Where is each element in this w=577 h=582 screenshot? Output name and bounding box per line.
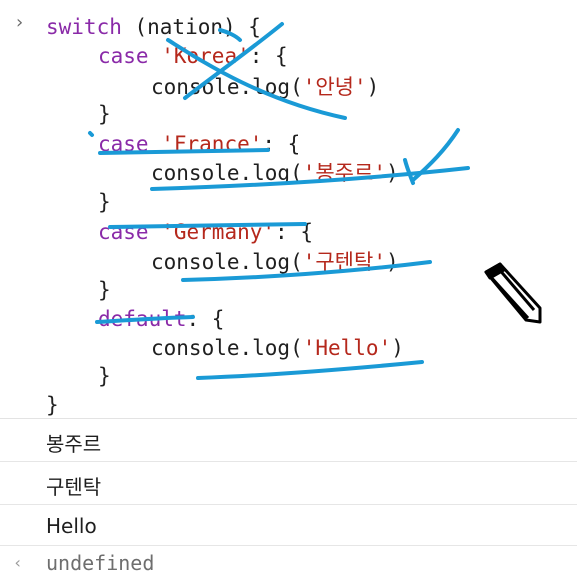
code-line-log-france: console.log('봉주르') — [151, 160, 399, 186]
case-value-germany: 'Germany' — [161, 220, 276, 244]
code-line-close-brace: } — [98, 364, 111, 388]
case-open-brace: : { — [275, 220, 313, 244]
console-output-row: 구텐탁 — [0, 462, 577, 505]
code-line-log-germany: console.log('구텐탁') — [151, 249, 399, 275]
log-close-paren: ) — [366, 75, 380, 99]
log-string-korea: '안녕' — [302, 75, 367, 99]
case-open-brace: : { — [262, 132, 301, 156]
log-call: console.log( — [151, 250, 303, 274]
result-value: undefined — [46, 551, 155, 575]
code-line-close-brace: } — [98, 190, 111, 214]
switch-expression: (nation) { — [121, 15, 261, 39]
log-close-paren: ) — [391, 336, 404, 360]
console-result-row: ‹ undefined — [0, 546, 577, 582]
code-line-close-brace: } — [98, 102, 111, 126]
chevron-left-icon: ‹ — [13, 553, 23, 572]
keyword-switch: switch — [46, 15, 122, 39]
output-text: 봉주르 — [46, 432, 102, 456]
log-string-france: '봉주르' — [302, 161, 386, 185]
code-line-switch: switch (nation) { — [46, 14, 261, 40]
output-text: Hello — [46, 514, 97, 538]
chevron-right-icon: › — [14, 12, 25, 33]
case-open-brace: : { — [249, 44, 288, 68]
console-output-row: Hello — [0, 505, 577, 546]
code-line-switch-close: } — [46, 393, 59, 417]
code-line-close-brace: } — [98, 278, 111, 302]
log-call: console.log( — [151, 75, 303, 99]
default-open-brace: : { — [186, 307, 225, 331]
console-output-row: 봉주르 — [0, 419, 577, 462]
log-close-paren: ) — [385, 161, 399, 185]
code-line-case-korea: case 'Korea': { — [98, 43, 288, 69]
code-line-log-korea: console.log('안녕') — [151, 74, 379, 100]
console-input-entry[interactable]: › switch (nation) { case 'Korea': { cons… — [0, 0, 577, 419]
code-line-default: default: { — [98, 306, 224, 332]
pencil-icon — [484, 262, 542, 324]
log-call: console.log( — [151, 161, 303, 185]
code-line-case-france: case 'France': { — [98, 131, 300, 157]
code-line-case-germany: case 'Germany': { — [98, 219, 313, 245]
devtools-console: › switch (nation) { case 'Korea': { cons… — [0, 0, 577, 582]
log-call: console.log( — [151, 336, 303, 360]
keyword-case: case — [98, 220, 149, 244]
keyword-case: case — [98, 44, 149, 68]
case-value-korea: 'Korea' — [161, 44, 250, 68]
code-line-log-default: console.log('Hello') — [151, 335, 404, 361]
log-string-germany: '구텐탁' — [302, 250, 386, 274]
log-string-default: 'Hello' — [302, 336, 392, 360]
log-close-paren: ) — [385, 250, 399, 274]
output-text: 구텐탁 — [46, 475, 102, 499]
case-value-france: 'France' — [161, 132, 263, 156]
keyword-case: case — [98, 132, 149, 156]
keyword-default: default — [98, 307, 187, 331]
